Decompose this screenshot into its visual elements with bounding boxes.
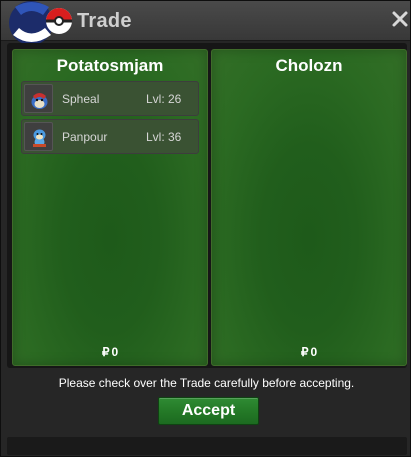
item-name: Panpour (62, 130, 108, 144)
bottom-bar (7, 437, 407, 455)
my-player-name: Potatosmjam (56, 56, 164, 75)
partner-player-name: Cholozn (275, 56, 343, 75)
panpour-sprite-icon (33, 129, 46, 147)
item-level: Lvl: 36 (146, 130, 182, 144)
my-money: ₽0 (13, 345, 207, 359)
item-level: Lvl: 26 (146, 92, 182, 106)
trade-notice: Please check over the Trade carefully be… (58, 376, 355, 390)
partner-money: ₽0 (212, 345, 406, 359)
money-amount: 0 (111, 345, 119, 359)
offer-item-panpour[interactable]: Panpour Lvl: 36 (21, 119, 199, 154)
item-slot (24, 84, 53, 113)
currency-icon: ₽ (101, 345, 110, 359)
offer-item-spheal[interactable]: Spheal Lvl: 26 (21, 81, 199, 116)
my-offer-panel: Potatosmjam Spheal Lvl: 26 Panpour Lvl: … (12, 49, 208, 366)
window-title: Trade (77, 10, 132, 32)
money-amount: 0 (310, 345, 318, 359)
spheal-sprite-icon (31, 93, 48, 109)
title-bar[interactable]: Trade (1, 1, 410, 45)
currency-icon: ₽ (300, 345, 309, 359)
item-slot (24, 122, 53, 151)
my-offer-list: Spheal Lvl: 26 Panpour Lvl: 36 (21, 81, 199, 157)
pokeball-logo-icon (9, 1, 72, 45)
close-icon[interactable] (391, 10, 409, 28)
accept-button[interactable]: Accept (158, 397, 259, 425)
partner-offer-panel: Cholozn ₽0 (211, 49, 407, 366)
trade-window: Trade Potatosmjam Spheal Lvl: 26 Panpour… (0, 0, 411, 457)
item-name: Spheal (62, 92, 100, 106)
